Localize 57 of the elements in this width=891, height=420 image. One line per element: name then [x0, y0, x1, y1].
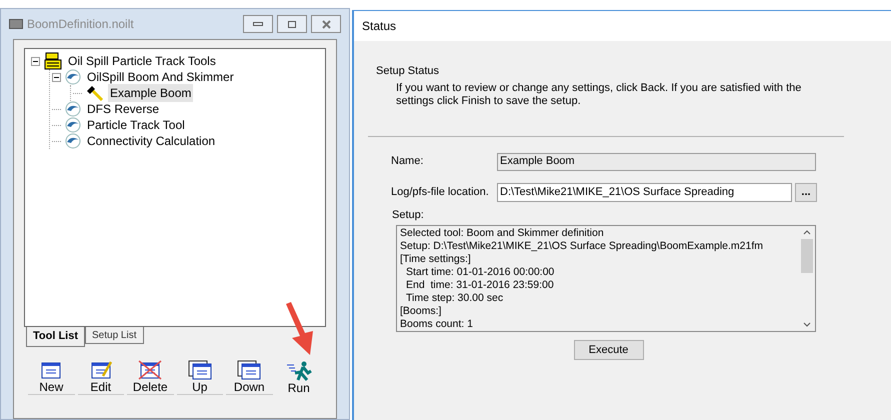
toolbar-button[interactable]: Delete — [127, 359, 174, 395]
hammer-icon — [86, 85, 104, 101]
setup-line: End time: 31-01-2016 23:59:00 — [405, 279, 555, 292]
close-icon — [322, 20, 330, 28]
tree-item[interactable]: Example Boom — [108, 84, 194, 102]
swirl-icon — [65, 133, 81, 149]
tree-item[interactable]: Connectivity Calculation — [85, 132, 218, 150]
tab[interactable]: Setup List — [85, 327, 144, 344]
instruction-text: If you want to review or change any settings, click Back. If you are satisfied with the settings click Finish to save the setup. — [395, 82, 802, 108]
window-icon — [39, 360, 64, 380]
edit-icon — [88, 360, 113, 380]
setup-line: [Booms:] — [400, 305, 442, 318]
toolbar-button[interactable]: New — [28, 359, 74, 395]
field-label: Name: — [391, 154, 424, 170]
minus-icon — [54, 74, 59, 80]
swirl-icon — [65, 101, 81, 117]
swirl-icon — [65, 117, 81, 133]
delete-icon — [138, 360, 162, 380]
toolbar-button[interactable]: Run — [276, 359, 322, 395]
setup-line: [Time settings:] — [400, 253, 472, 266]
stacked-windows-icon — [188, 360, 212, 380]
tree-item[interactable]: Oil Spill Particle Track Tools — [66, 52, 218, 70]
setup-line: Booms count: 1 — [400, 318, 474, 331]
stacked-windows-icon — [237, 360, 262, 380]
location-field[interactable]: D:\Test\Mike21\MIKE_21\OS Surface Spreading — [497, 182, 792, 202]
setup-line: Selected tool: Boom and Skimmer definition — [400, 227, 605, 240]
setup-line: Start time: 01-01-2016 00:00:00 — [405, 266, 556, 279]
minimize-button[interactable] — [243, 15, 273, 33]
tree-item[interactable]: OilSpill Boom And Skimmer — [85, 68, 236, 86]
toolbar-button[interactable]: Up — [176, 359, 223, 395]
setup-line: Setup: D:\Test\Mike21\MIKE_21\OS Surface Spreading\BoomExample.m21fm — [400, 240, 764, 253]
minus-icon — [33, 58, 38, 64]
setup-line: Time step: 30.00 sec — [405, 292, 504, 305]
name-field: Example Boom — [497, 152, 816, 170]
field-label: Setup: — [392, 208, 425, 222]
toolbar-button[interactable]: Edit — [78, 359, 124, 395]
browse-button[interactable]: ... — [795, 182, 817, 202]
scrollbar-thumb[interactable] — [801, 239, 813, 273]
app-icon — [9, 19, 23, 29]
toolbar-button[interactable]: Down — [226, 359, 272, 395]
maximize-button[interactable] — [277, 15, 307, 33]
panel-title: Status — [362, 18, 396, 35]
collapse-toggle[interactable] — [52, 72, 61, 82]
toolbox-icon — [44, 52, 62, 70]
window-title: BoomDefinition.noilt — [27, 16, 135, 33]
swirl-icon — [65, 69, 81, 85]
running-man-icon — [286, 361, 312, 381]
tab[interactable]: Tool List — [26, 327, 86, 347]
section-heading: Setup Status — [376, 64, 440, 79]
scroll-down-icon[interactable] — [803, 322, 811, 327]
close-button[interactable] — [311, 15, 341, 33]
scroll-up-icon[interactable] — [803, 230, 811, 235]
execute-button[interactable]: Execute — [574, 340, 644, 360]
tree-item[interactable]: DFS Reverse — [85, 100, 162, 118]
field-label: Log/pfs-file location. — [391, 184, 490, 200]
tree-item[interactable]: Particle Track Tool — [85, 116, 187, 134]
collapse-toggle[interactable] — [31, 56, 40, 66]
